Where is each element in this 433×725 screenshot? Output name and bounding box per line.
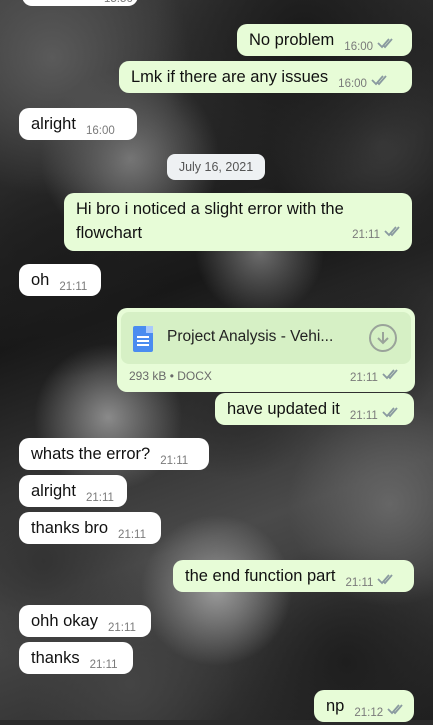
message-time: 21:11	[352, 229, 380, 241]
message-bubble-outgoing[interactable]: np 21:12	[314, 690, 414, 722]
document-time-group: 21:11	[350, 363, 400, 385]
message-time: 16:00	[338, 78, 367, 90]
message-bubble-incoming[interactable]: ohh okay 21:11	[19, 605, 151, 637]
double-check-icon	[382, 367, 400, 385]
message-time: 21:11	[350, 372, 378, 384]
message-time: 21:11	[85, 492, 114, 504]
double-check-icon	[377, 32, 395, 56]
message-text: ohh okay	[31, 612, 98, 630]
message-text: have updated it	[227, 400, 340, 418]
message-time: 21:12	[354, 707, 384, 719]
message-time: 16:00	[344, 41, 374, 53]
message-bubble-outgoing[interactable]: Hi bro i noticed a slight error with the…	[64, 193, 412, 251]
message-text: thanks bro	[31, 519, 109, 537]
document-card[interactable]: Project Analysis - Vehi...	[121, 312, 411, 364]
message-text: oh	[31, 271, 50, 289]
message-time: 21:11	[118, 529, 146, 541]
message-bubble-incoming[interactable]: thanks 21:11	[19, 642, 133, 674]
message-text: Hi bro i noticed a slight error with the…	[76, 200, 344, 242]
document-name: Project Analysis - Vehi...	[167, 328, 334, 345]
double-check-icon	[384, 220, 402, 244]
message-text: np	[326, 697, 345, 715]
message-bubble-outgoing[interactable]: the end function part 21:11	[173, 560, 414, 592]
docx-file-icon	[133, 326, 153, 352]
message-bubble-partial[interactable]: 15:56	[22, 0, 138, 6]
download-icon[interactable]	[369, 324, 397, 352]
message-text: thanks	[31, 649, 80, 667]
double-check-icon	[387, 698, 405, 722]
message-time: 21:11	[349, 410, 378, 422]
message-bubble-incoming[interactable]: oh 21:11	[19, 264, 101, 296]
double-check-icon	[371, 69, 389, 93]
message-time: 16:00	[85, 125, 115, 137]
message-text: alright	[31, 482, 76, 500]
message-time: 21:11	[107, 622, 136, 634]
date-separator: July 16, 2021	[167, 154, 265, 180]
message-bubble-incoming[interactable]: whats the error? 21:11	[19, 438, 209, 470]
message-bubble-incoming[interactable]: alright 16:00	[19, 108, 137, 140]
double-check-icon	[377, 568, 395, 592]
message-text: No problem	[249, 31, 335, 49]
message-bubble-incoming[interactable]: alright 21:11	[19, 475, 127, 507]
message-time: 21:11	[59, 281, 88, 293]
message-text: the end function part	[185, 567, 336, 585]
message-bubble-outgoing[interactable]: No problem 16:00	[237, 24, 412, 56]
document-meta: 293 kB • DOCX	[129, 369, 212, 383]
message-bubble-incoming[interactable]: thanks bro 21:11	[19, 512, 161, 544]
message-time: 21:11	[160, 455, 189, 467]
message-time: 21:11	[89, 659, 118, 671]
message-time: 15:56	[104, 0, 133, 11]
message-bubble-outgoing[interactable]: have updated it 21:11	[215, 393, 414, 425]
double-check-icon	[382, 401, 400, 425]
message-text: Lmk if there are any issues	[131, 68, 329, 86]
message-text: whats the error?	[31, 445, 151, 463]
message-time: 21:11	[345, 577, 374, 589]
message-bubble-outgoing[interactable]: Lmk if there are any issues 16:00	[119, 61, 412, 93]
message-text: alright	[31, 115, 76, 133]
